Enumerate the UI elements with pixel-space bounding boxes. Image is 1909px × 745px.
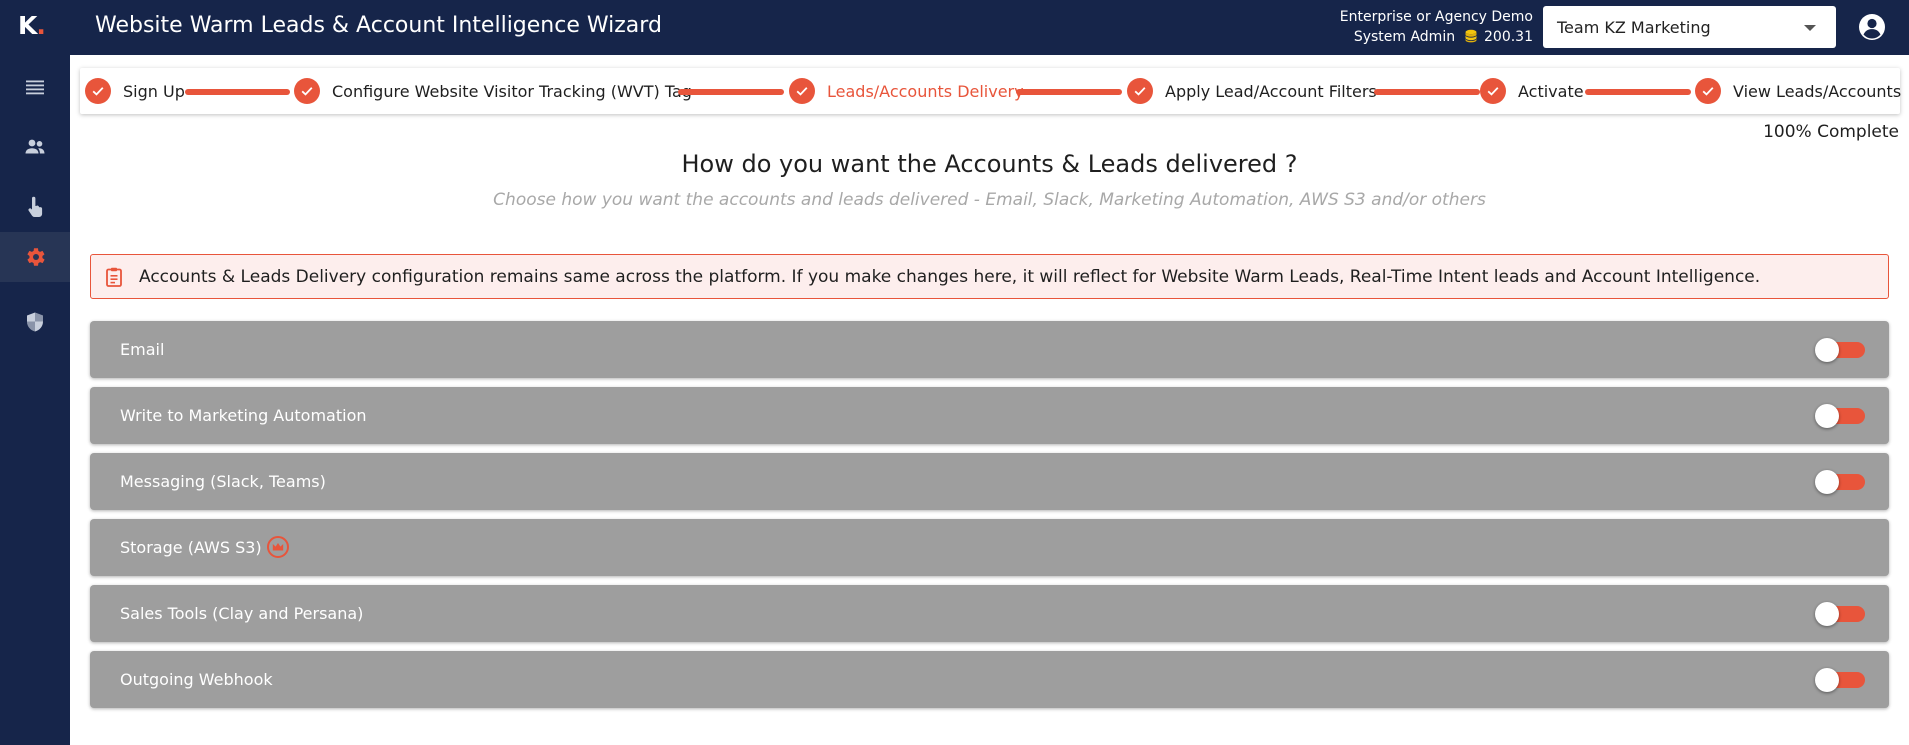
- toggle-knob: [1815, 668, 1839, 692]
- step-connector: [678, 89, 784, 95]
- info-notice: Accounts & Leads Delivery configuration …: [90, 254, 1889, 299]
- toggle-knob: [1815, 470, 1839, 494]
- option-label: Storage (AWS S3): [120, 538, 262, 557]
- messaging-toggle[interactable]: [1815, 470, 1865, 494]
- step-connector: [185, 89, 290, 95]
- page-title: Website Warm Leads & Account Intelligenc…: [95, 13, 662, 38]
- marketing-automation-toggle[interactable]: [1815, 404, 1865, 428]
- logo-dot: .: [36, 11, 45, 40]
- outgoing-webhook-toggle[interactable]: [1815, 668, 1865, 692]
- chevron-down-icon: [1804, 25, 1816, 31]
- sales-tools-toggle[interactable]: [1815, 602, 1865, 626]
- clipboard-icon: [106, 267, 122, 287]
- menu-icon: [26, 80, 44, 95]
- option-label: Email: [120, 340, 165, 359]
- step-apply-filters[interactable]: Apply Lead/Account Filters: [1127, 78, 1377, 104]
- account-info: Enterprise or Agency Demo System Admin 2…: [1340, 7, 1533, 47]
- step-label: Sign Up: [123, 81, 185, 101]
- option-label: Sales Tools (Clay and Persana): [120, 604, 364, 623]
- option-marketing-automation[interactable]: Write to Marketing Automation: [90, 387, 1889, 444]
- step-connector: [1374, 89, 1480, 95]
- step-view-leads[interactable]: View Leads/Accounts: [1695, 78, 1901, 104]
- shield-icon: [27, 312, 43, 332]
- sidebar-item-security[interactable]: [0, 297, 70, 347]
- option-sales-tools[interactable]: Sales Tools (Clay and Persana): [90, 585, 1889, 642]
- option-storage[interactable]: Storage (AWS S3): [90, 519, 1889, 576]
- toggle-knob: [1815, 404, 1839, 428]
- gear-icon: [27, 248, 45, 266]
- credits-coin-icon: [1465, 29, 1477, 43]
- check-icon: [1480, 78, 1506, 104]
- app-root: K. Website Warm Leads & Account Intellig…: [0, 0, 1909, 745]
- option-label: Messaging (Slack, Teams): [120, 472, 326, 491]
- step-leads-delivery[interactable]: Leads/Accounts Delivery: [789, 78, 1024, 104]
- check-icon: [294, 78, 320, 104]
- step-connector: [1016, 89, 1122, 95]
- option-messaging[interactable]: Messaging (Slack, Teams): [90, 453, 1889, 510]
- step-label: Apply Lead/Account Filters: [1165, 81, 1377, 101]
- top-bar: K. Website Warm Leads & Account Intellig…: [0, 0, 1909, 55]
- sidebar-item-users[interactable]: [0, 122, 70, 172]
- check-icon: [1695, 78, 1721, 104]
- sidebar-item-settings[interactable]: [0, 232, 70, 282]
- option-email[interactable]: Email: [90, 321, 1889, 378]
- sidebar-item-tracking[interactable]: [0, 182, 70, 232]
- toggle-knob: [1815, 338, 1839, 362]
- step-label: Activate: [1518, 81, 1584, 101]
- touch-icon: [28, 196, 43, 218]
- sidebar-item-menu[interactable]: [0, 62, 70, 112]
- account-circle-icon[interactable]: [1858, 13, 1886, 41]
- step-label: Configure Website Visitor Tracking (WVT)…: [332, 81, 692, 101]
- step-sign-up[interactable]: Sign Up: [85, 78, 185, 104]
- sidebar: [0, 55, 70, 745]
- toggle-knob: [1815, 602, 1839, 626]
- step-configure-wvt[interactable]: Configure Website Visitor Tracking (WVT)…: [294, 78, 692, 104]
- email-toggle[interactable]: [1815, 338, 1865, 362]
- check-icon: [1127, 78, 1153, 104]
- option-label: Write to Marketing Automation: [120, 406, 367, 425]
- wizard-stepper: Sign Up Configure Website Visitor Tracki…: [80, 68, 1901, 114]
- option-label: Outgoing Webhook: [120, 670, 273, 689]
- notice-text: Accounts & Leads Delivery configuration …: [139, 266, 1761, 287]
- crown-icon: [267, 536, 289, 558]
- users-icon: [25, 139, 45, 154]
- credits-value: 200.31: [1484, 29, 1533, 45]
- role-credits: System Admin 200.31: [1340, 27, 1533, 47]
- logo-letter: K: [18, 11, 37, 40]
- plan-name: Enterprise or Agency Demo: [1339, 9, 1533, 25]
- role-label: System Admin: [1353, 29, 1456, 45]
- team-select[interactable]: Team KZ Marketing: [1543, 6, 1836, 48]
- step-label: Leads/Accounts Delivery: [827, 81, 1024, 101]
- step-activate[interactable]: Activate: [1480, 78, 1584, 104]
- team-select-value: Team KZ Marketing: [1557, 18, 1711, 37]
- section-subheading: Choose how you want the accounts and lea…: [493, 190, 1486, 210]
- logo[interactable]: K.: [18, 11, 46, 40]
- progress-text: 100% Complete: [1763, 122, 1899, 142]
- check-icon: [85, 78, 111, 104]
- section-heading: How do you want the Accounts & Leads del…: [681, 150, 1298, 178]
- step-connector: [1585, 89, 1691, 95]
- step-label: View Leads/Accounts: [1733, 81, 1902, 101]
- option-outgoing-webhook[interactable]: Outgoing Webhook: [90, 651, 1889, 708]
- check-icon: [789, 78, 815, 104]
